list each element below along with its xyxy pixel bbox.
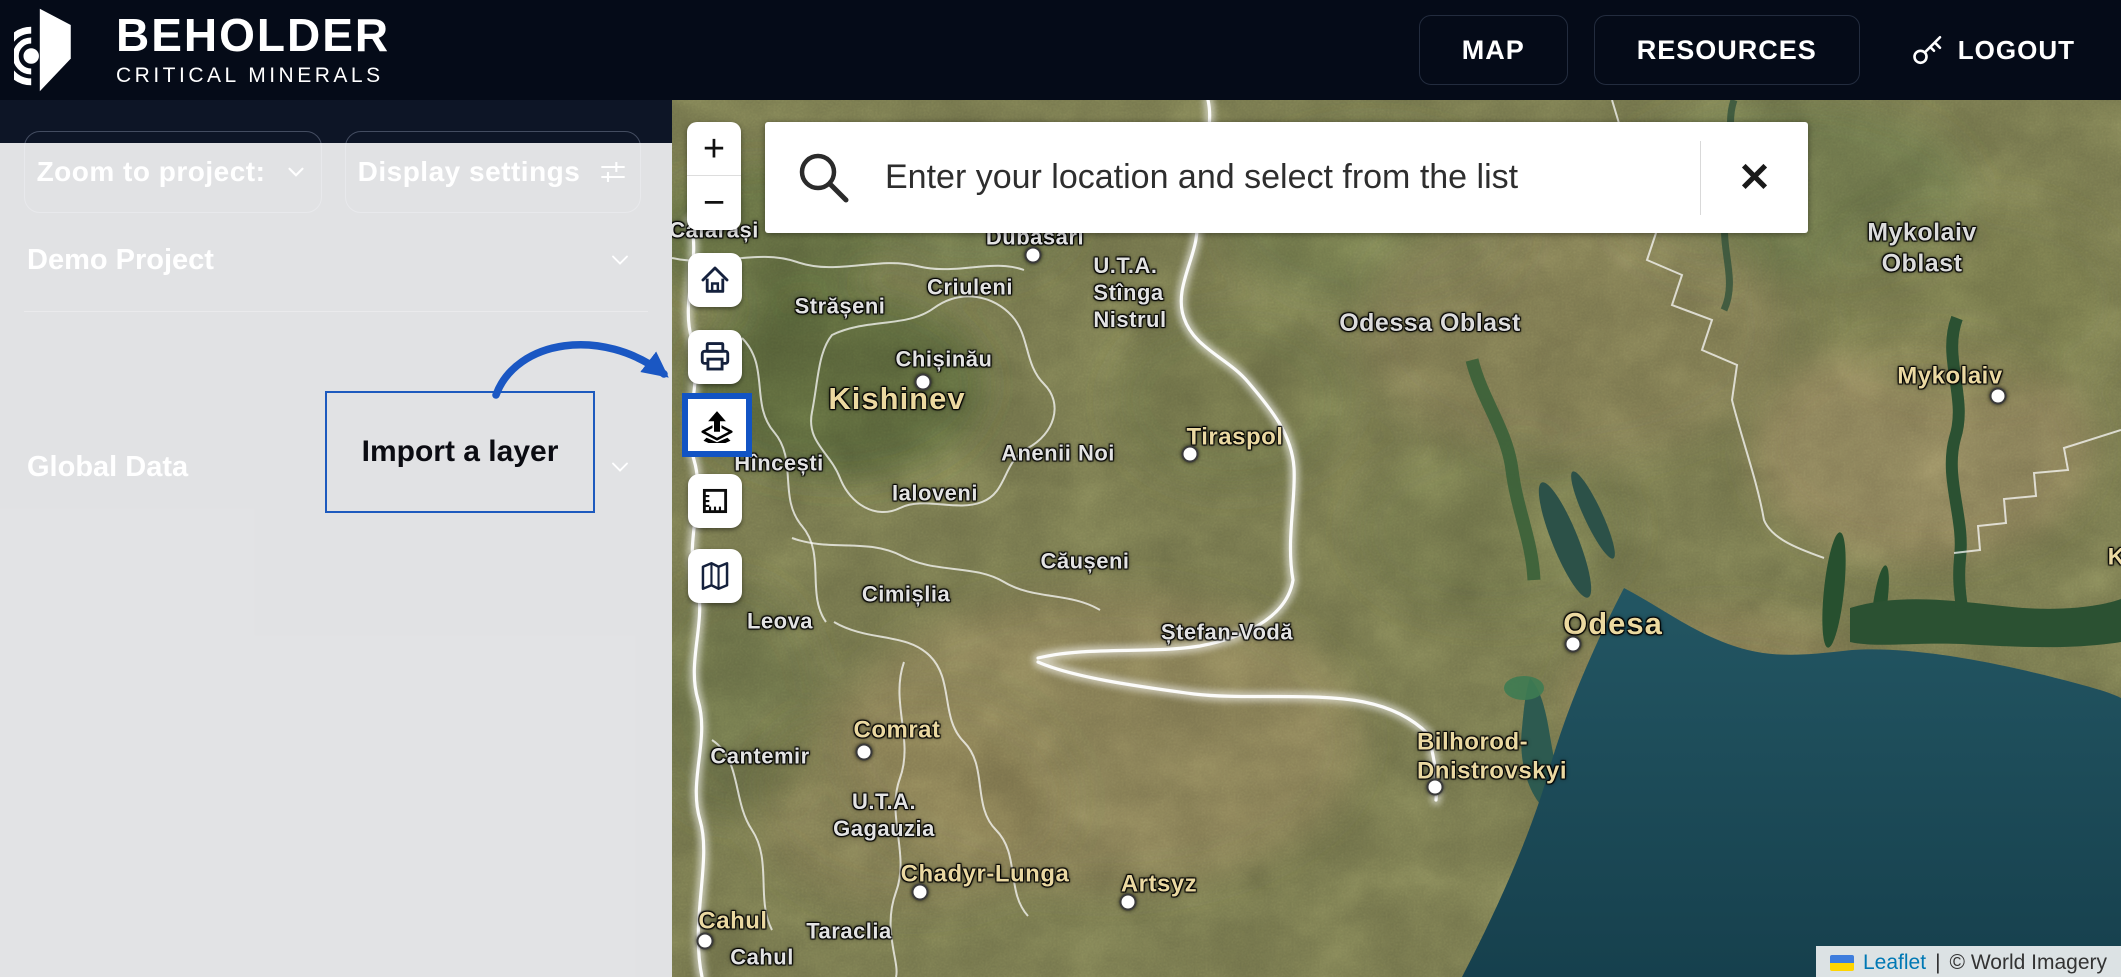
imagery-credit: © World Imagery xyxy=(1950,951,2107,975)
sidebar: Zoom to project: Display settings Demo P… xyxy=(0,100,672,977)
upload-layer-icon xyxy=(699,407,735,443)
search-bar: ✕ xyxy=(765,122,1808,233)
main-nav: MAP RESOURCES LOGOUT xyxy=(1419,15,2121,85)
ukraine-flag-icon xyxy=(1830,955,1854,971)
map-icon xyxy=(698,559,732,593)
brand-tagline: CRITICAL MINERALS xyxy=(116,64,390,88)
zoom-control: + − xyxy=(687,122,741,230)
zoom-in-button[interactable]: + xyxy=(687,122,741,176)
logout-label: LOGOUT xyxy=(1958,35,2075,66)
import-layer-button[interactable] xyxy=(688,399,746,451)
measure-button[interactable] xyxy=(688,474,742,528)
leaflet-link[interactable]: Leaflet xyxy=(1863,951,1926,975)
basemap-button[interactable] xyxy=(688,549,742,603)
home-icon xyxy=(698,263,732,297)
header: BEHOLDER CRITICAL MINERALS MAP RESOURCES… xyxy=(0,0,2121,100)
search-icon xyxy=(765,146,883,210)
attribution-separator: | xyxy=(1935,951,1940,975)
search-input[interactable] xyxy=(883,157,1700,198)
map-tools xyxy=(688,253,752,603)
clear-search-button[interactable]: ✕ xyxy=(1700,141,1808,215)
tour-tooltip: Import a layer xyxy=(325,391,595,513)
tour-dim-overlay xyxy=(0,143,672,977)
brand-text: BEHOLDER CRITICAL MINERALS xyxy=(116,12,390,88)
printer-icon xyxy=(698,340,732,374)
nav-map-button[interactable]: MAP xyxy=(1419,15,1568,85)
brand-name: BEHOLDER xyxy=(116,12,390,58)
beholder-logo-icon xyxy=(14,7,100,93)
key-icon xyxy=(1910,32,1946,68)
print-button[interactable] xyxy=(688,330,742,384)
tour-tooltip-label: Import a layer xyxy=(362,435,559,469)
zoom-out-button[interactable]: − xyxy=(687,176,741,230)
attribution: Leaflet | © World Imagery xyxy=(1816,946,2121,977)
nav-resources-button[interactable]: RESOURCES xyxy=(1594,15,1860,85)
tour-highlight-ring xyxy=(682,393,752,457)
logout-button[interactable]: LOGOUT xyxy=(1904,31,2081,69)
home-button[interactable] xyxy=(688,253,742,307)
ruler-icon xyxy=(698,484,732,518)
app: 30 km Leaflet | © World Imagery Călărași… xyxy=(0,0,2121,977)
brand[interactable]: BEHOLDER CRITICAL MINERALS xyxy=(0,7,390,93)
